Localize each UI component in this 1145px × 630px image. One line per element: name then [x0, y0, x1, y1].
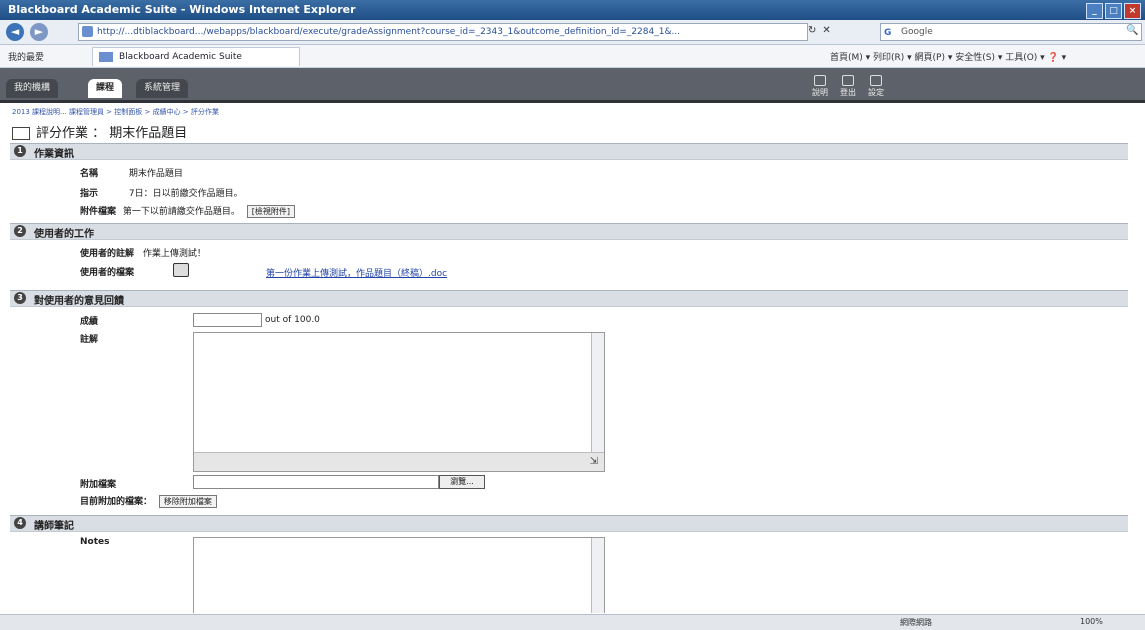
tab-courses[interactable]: 課程	[88, 79, 123, 98]
help-label: 說明	[812, 88, 828, 97]
security-zone: 網際網路	[900, 618, 932, 627]
top-tools: 說明 登出 設定	[812, 75, 884, 98]
search-go-icon[interactable]: 🔍	[1126, 25, 1138, 36]
instructions-row: 指示 7日：日以前繳交作品題目。	[80, 186, 243, 199]
instructions-label: 指示	[80, 189, 99, 199]
attach-file-input[interactable]	[193, 475, 439, 489]
section-number: 1	[14, 145, 26, 157]
tab-my-institution[interactable]: 我的機構	[6, 79, 59, 98]
status-bar: 網際網路 100%	[0, 614, 1145, 630]
resize-grip-icon[interactable]: ⇲	[590, 456, 598, 467]
notes-label: Notes	[80, 537, 110, 547]
grade-suffix: out of 100.0	[265, 315, 320, 325]
favorites-row: 我的最愛 Blackboard Academic Suite 首頁(M) ▾ 列…	[0, 45, 1145, 68]
minimize-button[interactable]: _	[1086, 3, 1103, 19]
settings-tool[interactable]: 設定	[868, 75, 884, 98]
section-number: 4	[14, 517, 26, 529]
breadcrumb[interactable]: 2013 課程說明... 課程管理員 > 控制面板 > 成績中心 > 評分作業	[12, 107, 219, 117]
notes-scrollbar[interactable]	[591, 538, 604, 613]
main-content: 2013 課程說明... 課程管理員 > 控制面板 > 成績中心 > 評分作業 …	[10, 103, 1135, 613]
settings-label: 設定	[868, 88, 884, 97]
browser-tab[interactable]: Blackboard Academic Suite	[92, 47, 300, 66]
section-label: 對使用者的意見回饋	[34, 296, 124, 307]
zoom-level[interactable]: 100%	[1080, 617, 1103, 626]
page-title-text: 評分作業 ： 期末作品題目	[36, 126, 188, 141]
assignment-name-row: 名稱 期末作品題目	[80, 166, 183, 179]
address-bar[interactable]: http://...dtiblackboard.../webapps/black…	[78, 23, 808, 41]
user-file-link[interactable]: 第一份作業上傳測試，作品題目（終稿）.doc	[266, 266, 447, 279]
blackboard-icon	[99, 52, 113, 62]
user-files-label: 使用者的檔案	[80, 268, 135, 278]
user-files-row: 使用者的檔案	[80, 265, 134, 278]
grade-input[interactable]	[193, 313, 262, 327]
section-label: 作業資訊	[34, 149, 74, 160]
window-controls: _ □ ×	[1086, 3, 1141, 19]
user-comments-value: 作業上傳測試！	[142, 249, 206, 259]
current-file-label: 目前附加的檔案：	[80, 497, 153, 507]
attached-value: 第一下以前請繳交作品題目。	[122, 207, 240, 217]
notes-textarea[interactable]	[193, 537, 605, 613]
address-text: http://...dtiblackboard.../webapps/black…	[97, 27, 681, 37]
search-input[interactable]: G Google	[880, 23, 1142, 41]
textarea-footer: ⇲	[194, 452, 604, 471]
logout-label: 登出	[840, 88, 856, 97]
attached-label: 附件檔案	[80, 207, 117, 217]
window-title: Blackboard Academic Suite - Windows Inte…	[8, 3, 356, 16]
app-header: 我的機構 課程 系統管理 說明 登出 設定	[0, 68, 1145, 103]
page-icon	[82, 26, 93, 37]
section-user-work: 2 使用者的工作	[10, 223, 1128, 240]
refresh-stop-icons[interactable]: ↻✕	[808, 25, 837, 36]
section-feedback: 3 對使用者的意見回饋	[10, 290, 1128, 307]
maximize-button[interactable]: □	[1105, 3, 1122, 19]
page-title: 評分作業 ： 期末作品題目	[12, 122, 187, 141]
grade-label: 成績	[80, 317, 99, 327]
tab-system-admin[interactable]: 系統管理	[136, 79, 189, 98]
section-number: 2	[14, 225, 26, 237]
file-attachment-icon	[173, 263, 189, 277]
textarea-scrollbar[interactable]	[591, 333, 604, 471]
user-comments-label: 使用者的註解	[80, 249, 135, 259]
help-tool[interactable]: 說明	[812, 75, 828, 98]
section-assignment-info: 1 作業資訊	[10, 143, 1128, 160]
attach-file-label: 附加檔案	[80, 480, 117, 490]
user-comments-row: 使用者的註解 作業上傳測試！	[80, 246, 206, 259]
command-bar[interactable]: 首頁(M) ▾ 列印(R) ▾ 網頁(P) ▾ 安全性(S) ▾ 工具(O) ▾…	[830, 50, 1066, 63]
attach-file-row: 附加檔案	[80, 477, 116, 490]
notes-label-row: Notes	[80, 537, 109, 547]
browser-title-bar: Blackboard Academic Suite - Windows Inte…	[0, 0, 1145, 20]
logout-tool[interactable]: 登出	[840, 75, 856, 98]
settings-icon	[870, 75, 882, 86]
book-icon	[12, 127, 30, 140]
comments-label-row: 註解	[80, 332, 98, 345]
name-value: 期末作品題目	[128, 169, 183, 179]
logout-icon	[842, 75, 854, 86]
attached-files-row: 附件檔案 第一下以前請繳交作品題目。 [檢視附件]	[80, 204, 296, 218]
back-icon[interactable]: ◄	[6, 23, 24, 41]
address-row: ◄ ► http://...dtiblackboard.../webapps/b…	[0, 20, 1145, 45]
grade-label-row: 成績	[80, 314, 98, 327]
favorites-button[interactable]: 我的最愛	[8, 50, 44, 63]
feedback-comments-textarea[interactable]: ⇲	[193, 332, 605, 472]
section-label: 講師筆記	[34, 521, 74, 532]
forward-icon[interactable]: ►	[30, 23, 48, 41]
feedback-comments-label: 註解	[80, 335, 99, 345]
instructions-value: 7日：日以前繳交作品題目。	[128, 189, 243, 199]
current-file-row: 目前附加的檔案： 移除附加檔案	[80, 494, 217, 508]
browser-tab-label: Blackboard Academic Suite	[119, 52, 242, 62]
search-placeholder: Google	[901, 27, 933, 37]
close-button[interactable]: ×	[1124, 3, 1141, 19]
name-label: 名稱	[80, 169, 99, 179]
remove-attachment-button[interactable]: 移除附加檔案	[158, 495, 217, 508]
browse-button[interactable]: 瀏覽...	[439, 475, 485, 489]
section-label: 使用者的工作	[34, 229, 94, 240]
view-attachment-button[interactable]: [檢視附件]	[246, 205, 296, 218]
help-icon	[814, 75, 826, 86]
google-icon: G	[884, 28, 892, 38]
section-number: 3	[14, 292, 26, 304]
section-instructor-notes: 4 講師筆記	[10, 515, 1128, 532]
